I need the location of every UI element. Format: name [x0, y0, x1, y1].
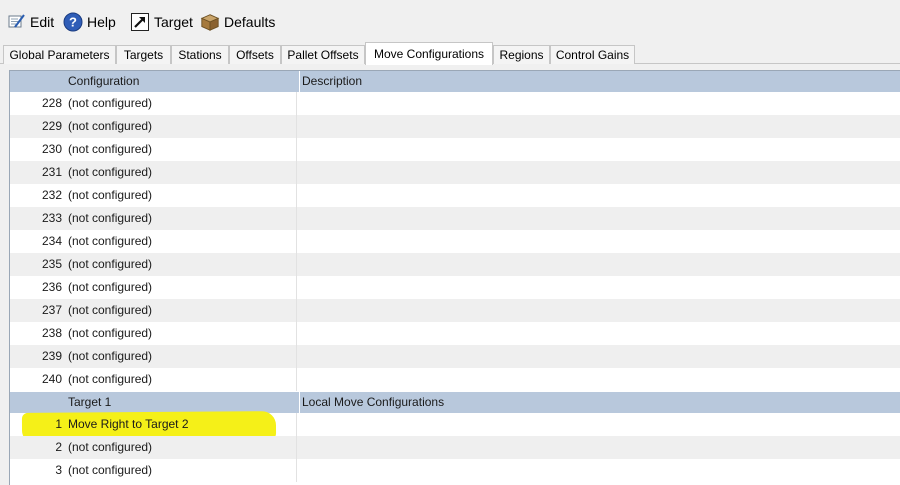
tab-stations[interactable]: Stations [171, 45, 229, 64]
row-number: 239 [41, 349, 62, 363]
configuration-cell[interactable]: (not configured) [68, 230, 296, 253]
row-number: 1 [55, 417, 62, 431]
grid-header-configurations: Configuration Description [10, 71, 900, 92]
column-header-description[interactable]: Description [299, 71, 899, 92]
row-number: 235 [41, 257, 62, 271]
table-row[interactable]: 232 (not configured) [10, 184, 900, 207]
table-row[interactable]: 228 (not configured) [10, 92, 900, 115]
configuration-cell[interactable]: (not configured) [68, 322, 296, 345]
defaults-label: Defaults [224, 14, 276, 30]
configuration-cell[interactable]: (not configured) [68, 115, 296, 138]
tab-move-configurations[interactable]: Move Configurations [365, 42, 493, 65]
row-number: 234 [41, 234, 62, 248]
description-cell[interactable] [296, 436, 900, 459]
configuration-cell[interactable]: (not configured) [68, 276, 296, 299]
row-number: 237 [41, 303, 62, 317]
row-number: 236 [41, 280, 62, 294]
row-number: 3 [55, 463, 62, 477]
row-number: 230 [41, 142, 62, 156]
table-row[interactable]: 237 (not configured) [10, 299, 900, 322]
description-cell[interactable] [296, 322, 900, 345]
tab-pallet-offsets[interactable]: Pallet Offsets [281, 45, 365, 64]
edit-label: Edit [30, 14, 55, 30]
help-icon: ? [63, 12, 83, 32]
table-row[interactable]: 231 (not configured) [10, 161, 900, 184]
row-number: 233 [41, 211, 62, 225]
column-header-target[interactable]: Target 1 [68, 392, 296, 413]
description-cell[interactable] [296, 459, 900, 482]
target-label: Target [154, 14, 193, 30]
row-number: 231 [41, 165, 62, 179]
table-row[interactable]: 240 (not configured) [10, 368, 900, 391]
configuration-cell[interactable]: (not configured) [68, 207, 296, 230]
configuration-cell[interactable]: (not configured) [68, 253, 296, 276]
description-cell[interactable] [296, 368, 900, 391]
package-icon [200, 12, 220, 32]
help-button[interactable]: ? Help [63, 10, 116, 34]
table-row[interactable]: 2 (not configured) [10, 436, 900, 459]
tab-offsets[interactable]: Offsets [229, 45, 281, 64]
description-cell[interactable] [296, 345, 900, 368]
configuration-cell[interactable]: (not configured) [68, 345, 296, 368]
table-row[interactable]: 233 (not configured) [10, 207, 900, 230]
tab-regions[interactable]: Regions [493, 45, 550, 64]
edit-icon [6, 12, 26, 32]
defaults-button[interactable]: Defaults [200, 10, 275, 34]
column-header-local-move-configurations[interactable]: Local Move Configurations [299, 392, 899, 413]
description-cell[interactable] [296, 253, 900, 276]
description-cell[interactable] [296, 299, 900, 322]
table-row[interactable]: 229 (not configured) [10, 115, 900, 138]
row-number: 228 [41, 96, 62, 110]
description-cell[interactable] [296, 230, 900, 253]
move-configurations-grid: Configuration Description 228 (not confi… [9, 70, 900, 485]
description-cell[interactable] [296, 138, 900, 161]
description-cell[interactable] [296, 92, 900, 115]
tab-content: Configuration Description 228 (not confi… [0, 64, 900, 485]
toolbar: Edit ? Help Target Defaults [0, 0, 900, 42]
description-cell[interactable] [296, 115, 900, 138]
table-row[interactable]: 238 (not configured) [10, 322, 900, 345]
description-cell[interactable] [296, 413, 900, 436]
configuration-cell[interactable]: (not configured) [68, 368, 296, 391]
help-label: Help [87, 14, 116, 30]
description-cell[interactable] [296, 276, 900, 299]
row-number: 232 [41, 188, 62, 202]
table-row[interactable]: 239 (not configured) [10, 345, 900, 368]
description-cell[interactable] [296, 184, 900, 207]
table-row[interactable]: 230 (not configured) [10, 138, 900, 161]
table-row[interactable]: 3 (not configured) [10, 459, 900, 482]
configuration-cell[interactable]: (not configured) [68, 161, 296, 184]
table-row[interactable]: 235 (not configured) [10, 253, 900, 276]
row-number: 240 [41, 372, 62, 386]
target-arrow-icon [130, 12, 150, 32]
row-number: 238 [41, 326, 62, 340]
table-row[interactable]: 234 (not configured) [10, 230, 900, 253]
column-header-configuration[interactable]: Configuration [68, 71, 296, 92]
configuration-cell[interactable]: Move Right to Target 2 [68, 413, 296, 436]
configuration-cell[interactable]: (not configured) [68, 299, 296, 322]
tab-targets[interactable]: Targets [116, 45, 171, 64]
row-number: 229 [41, 119, 62, 133]
configuration-cell[interactable]: (not configured) [68, 459, 296, 482]
target-button[interactable]: Target [130, 10, 193, 34]
configuration-cell[interactable]: (not configured) [68, 138, 296, 161]
description-cell[interactable] [296, 207, 900, 230]
svg-text:?: ? [69, 15, 77, 30]
description-cell[interactable] [296, 161, 900, 184]
configuration-cell[interactable]: (not configured) [68, 92, 296, 115]
row-number: 2 [55, 440, 62, 454]
configuration-cell[interactable]: (not configured) [68, 436, 296, 459]
grid-header-target: Target 1 Local Move Configurations [10, 392, 900, 413]
table-row[interactable]: 1 Move Right to Target 2 [10, 411, 900, 443]
tab-bar: Global Parameters Targets Stations Offse… [0, 42, 900, 65]
tab-control-gains[interactable]: Control Gains [550, 45, 635, 64]
tab-global-parameters[interactable]: Global Parameters [3, 45, 116, 64]
edit-button[interactable]: Edit [6, 10, 54, 34]
configuration-cell[interactable]: (not configured) [68, 184, 296, 207]
table-row[interactable]: 236 (not configured) [10, 276, 900, 299]
